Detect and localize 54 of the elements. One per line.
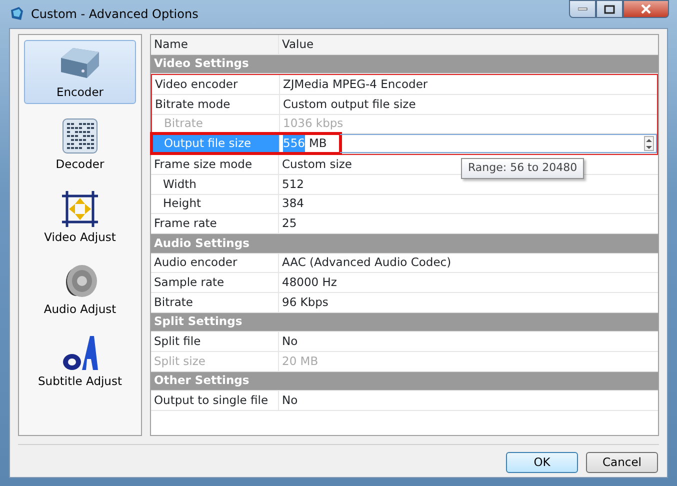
- property-name: Audio encoder: [151, 254, 279, 272]
- tooltip: Range: 56 to 20480: [461, 158, 584, 178]
- property-value: Custom size: [281, 156, 352, 173]
- property-name: Split size: [151, 352, 279, 371]
- sidebar-item[interactable]: Video Adjust: [24, 184, 136, 249]
- spin-button[interactable]: [644, 136, 654, 152]
- window-title: Custom - Advanced Options: [31, 6, 198, 23]
- sidebar-item[interactable]: Subtitle Adjust: [24, 329, 136, 394]
- column-header: Name: [151, 35, 279, 54]
- property-name: Width: [151, 174, 279, 194]
- property-name: Output to single file: [151, 391, 279, 410]
- resize-frame-icon: [60, 188, 100, 228]
- maximize-icon: [604, 4, 615, 14]
- property-value: No: [281, 392, 298, 410]
- property-name: Video encoder: [152, 75, 280, 94]
- sidebar-item[interactable]: Decoder: [24, 112, 136, 176]
- ok-button[interactable]: OK: [506, 452, 578, 473]
- property-value: 96 Kbps: [281, 294, 328, 311]
- maximize-button[interactable]: [596, 0, 623, 18]
- section-header: Split Settings: [151, 312, 658, 332]
- property-name: Bitrate mode: [152, 95, 280, 114]
- property-value: ZJMedia MPEG-4 Encoder: [282, 76, 428, 94]
- unit-label: MB: [308, 135, 327, 152]
- section-header: Other Settings: [151, 372, 658, 392]
- section-header: Audio Settings: [151, 234, 658, 254]
- property-name: Bitrate: [151, 292, 279, 312]
- keypad-icon: [60, 116, 100, 156]
- property-name: Frame size mode: [151, 155, 279, 174]
- property-value: Custom output file size: [282, 96, 416, 113]
- minimize-button[interactable]: [569, 0, 596, 18]
- property-value: 512: [281, 176, 304, 193]
- property-value: 1036 kbps: [282, 115, 344, 132]
- minimize-icon: [578, 7, 588, 11]
- property-value: 20 MB: [281, 352, 318, 370]
- property-name: Bitrate: [152, 114, 280, 134]
- sidebar-item[interactable]: Encoder: [24, 40, 136, 104]
- property-name: Output file size: [152, 134, 280, 154]
- section-header: Video Settings: [151, 54, 658, 74]
- property-value: 48000 Hz: [281, 274, 337, 291]
- property-value: 25: [281, 214, 297, 232]
- column-header: Value: [281, 36, 314, 53]
- property-name: Sample rate: [151, 273, 279, 292]
- property-name: Frame rate: [151, 214, 279, 233]
- close-icon: [640, 4, 652, 14]
- sidebar-item[interactable]: Audio Adjust: [24, 256, 136, 321]
- font-icon: [60, 333, 100, 373]
- close-button[interactable]: [623, 0, 669, 18]
- property-name: Height: [151, 194, 279, 214]
- property-name: Split file: [151, 332, 279, 351]
- property-value: No: [281, 333, 298, 350]
- property-value: AAC (Advanced Audio Codec): [281, 254, 452, 272]
- app-icon: [9, 6, 25, 22]
- property-value: 384: [281, 195, 304, 212]
- cancel-button[interactable]: Cancel: [586, 452, 658, 473]
